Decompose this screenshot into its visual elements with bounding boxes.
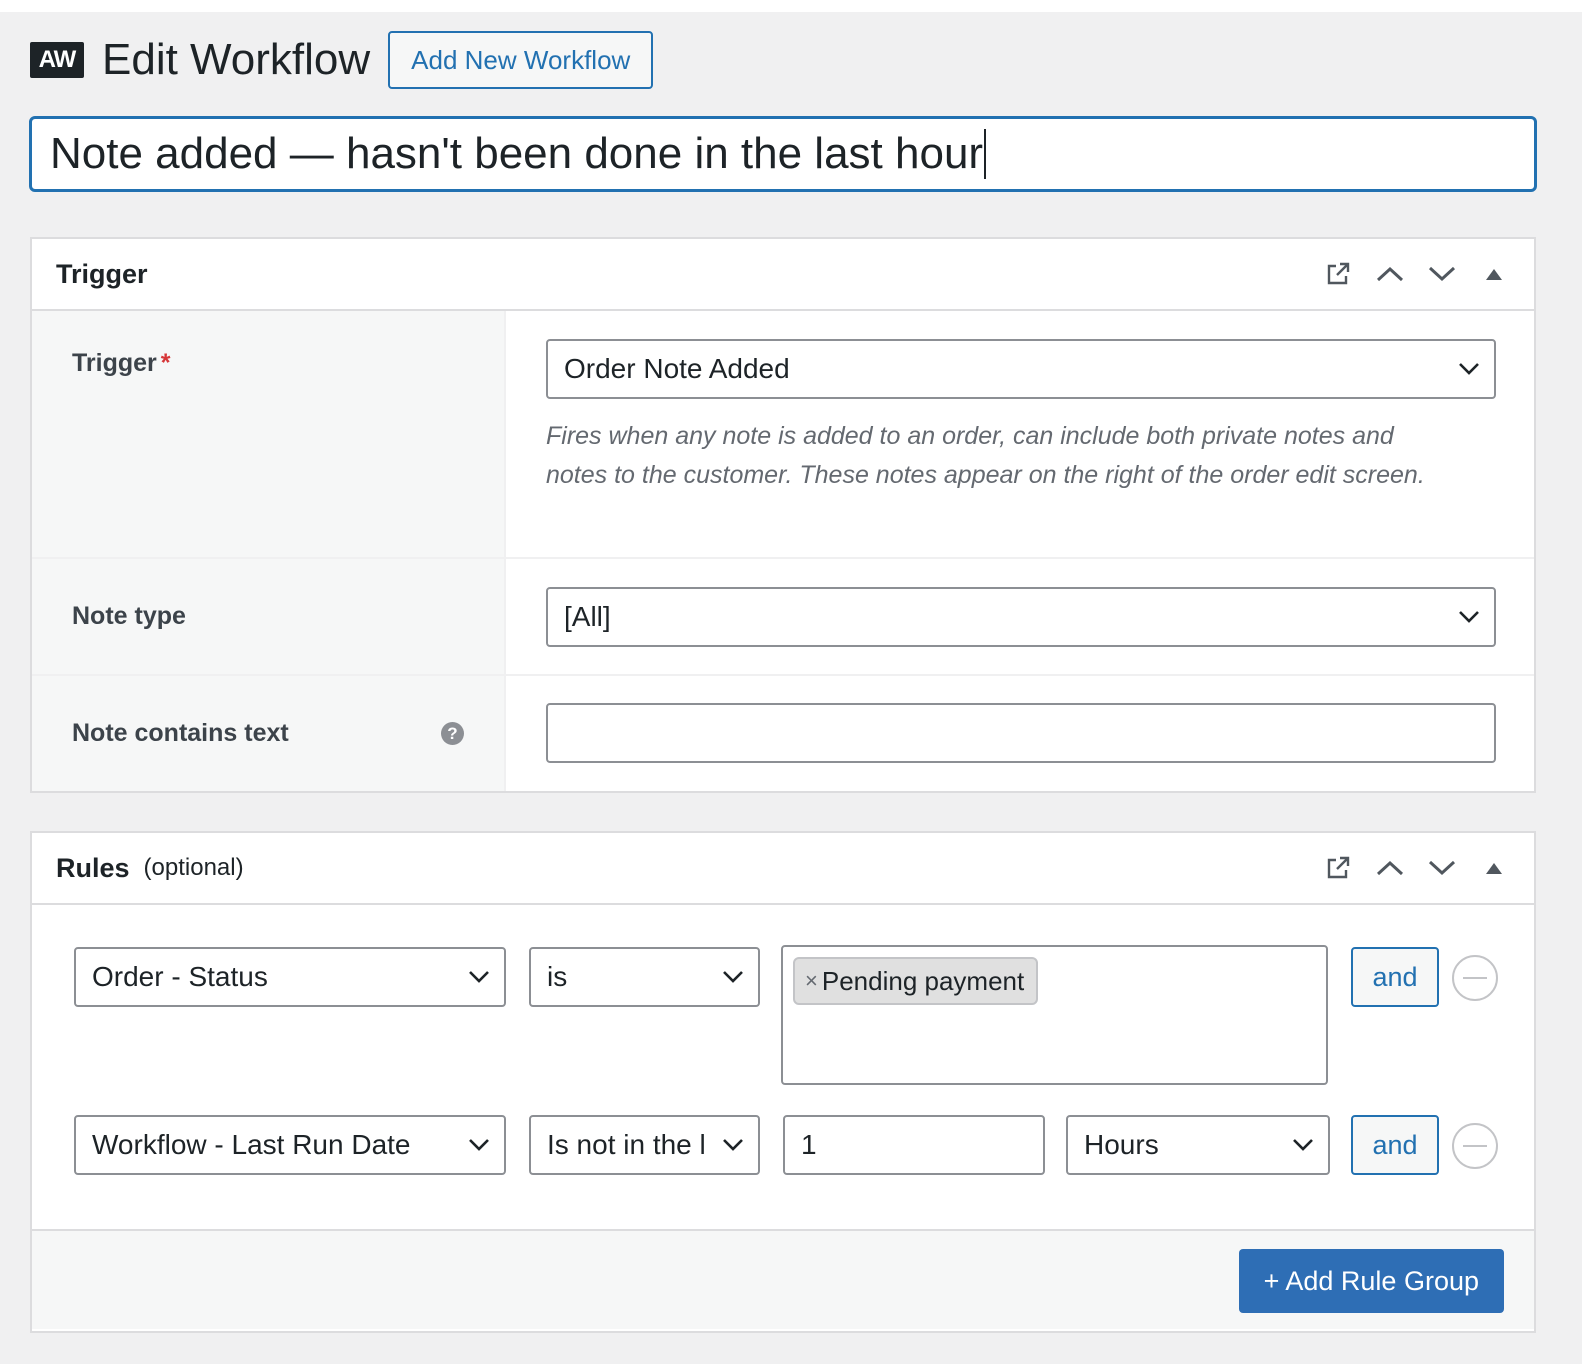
- chevron-down-icon: [718, 1138, 744, 1152]
- chevron-down-icon: [1458, 362, 1480, 376]
- note-contains-field-cell: [506, 676, 1534, 791]
- chevron-down-icon[interactable]: [1416, 842, 1468, 894]
- and-button[interactable]: and: [1351, 1115, 1439, 1175]
- trigger-select[interactable]: Order Note Added: [546, 339, 1496, 399]
- remove-rule-icon[interactable]: [1452, 955, 1498, 1001]
- chevron-down-icon: [1458, 610, 1480, 624]
- chevron-up-icon[interactable]: [1364, 248, 1416, 300]
- chevron-down-icon: [468, 970, 490, 984]
- help-icon[interactable]: ?: [441, 722, 464, 745]
- rules-body: Order - Status is × Pending payment and …: [32, 905, 1534, 1229]
- trigger-label-cell: Trigger *: [32, 311, 506, 557]
- rule-operator-value: is: [547, 961, 568, 992]
- rule-field-select[interactable]: Order - Status: [74, 947, 506, 1007]
- rule-field-value: Workflow - Last Run Date: [92, 1129, 411, 1160]
- remove-tag-icon[interactable]: ×: [805, 968, 818, 994]
- automatewoo-logo: AW: [30, 42, 84, 78]
- selected-tag: × Pending payment: [793, 957, 1039, 1005]
- collapse-triangle-icon[interactable]: [1468, 248, 1520, 300]
- note-contains-label: Note contains text: [72, 719, 289, 747]
- trigger-description: Fires when any note is added to an order…: [546, 422, 1425, 489]
- rules-box-subtitle: (optional): [143, 854, 244, 881]
- top-strip: [0, 0, 1582, 12]
- rule-unit-value: Hours: [1084, 1129, 1159, 1160]
- note-type-select-value: [All]: [564, 601, 611, 632]
- external-link-icon[interactable]: [1312, 248, 1364, 300]
- rule-operator-value: Is not in the l: [547, 1129, 706, 1160]
- external-link-icon[interactable]: [1312, 842, 1364, 894]
- rules-footer: + Add Rule Group: [32, 1229, 1534, 1329]
- chevron-down-icon: [1292, 1138, 1314, 1152]
- workflow-title-input[interactable]: Note added — hasn't been done in the las…: [29, 116, 1537, 192]
- rule-field-select[interactable]: Workflow - Last Run Date: [74, 1115, 506, 1175]
- chevron-down-icon[interactable]: [1416, 248, 1468, 300]
- note-type-field-cell: [All]: [506, 559, 1534, 674]
- text-caret: [984, 129, 987, 179]
- trigger-box-title: Trigger: [56, 258, 148, 289]
- trigger-field-cell: Order Note Added Fires when any note is …: [506, 311, 1534, 557]
- rule-operator-select[interactable]: is: [529, 947, 760, 1007]
- trigger-label: Trigger: [72, 349, 157, 377]
- add-new-workflow-button[interactable]: Add New Workflow: [388, 31, 654, 89]
- rule-value-input[interactable]: 1: [783, 1115, 1045, 1175]
- rule-field-value: Order - Status: [92, 961, 268, 992]
- workflow-title-text: Note added — hasn't been done in the las…: [50, 129, 984, 178]
- collapse-triangle-icon[interactable]: [1468, 842, 1520, 894]
- remove-rule-icon[interactable]: [1452, 1123, 1498, 1169]
- required-marker: *: [160, 349, 171, 377]
- and-button[interactable]: and: [1351, 947, 1439, 1007]
- trigger-row: Trigger * Order Note Added Fires when any…: [32, 311, 1534, 559]
- trigger-box-controls: [1312, 239, 1520, 309]
- note-type-label-cell: Note type: [32, 559, 506, 674]
- chevron-down-icon: [722, 970, 744, 984]
- note-type-row: Note type [All]: [32, 559, 1534, 676]
- tag-label: Pending payment: [821, 965, 1025, 996]
- chevron-up-icon[interactable]: [1364, 842, 1416, 894]
- rule-value-multiselect[interactable]: × Pending payment: [781, 945, 1328, 1085]
- page-title: Edit Workflow: [102, 35, 371, 84]
- note-contains-input[interactable]: [546, 703, 1496, 763]
- trigger-select-value: Order Note Added: [564, 353, 790, 384]
- note-type-label: Note type: [72, 602, 186, 630]
- rules-box-header: Rules (optional): [32, 833, 1534, 905]
- page-header: AW Edit Workflow Add New Workflow: [30, 30, 654, 90]
- trigger-box: Trigger Trigger * Order Note Added Fires…: [30, 237, 1536, 793]
- add-rule-group-button[interactable]: + Add Rule Group: [1238, 1249, 1504, 1313]
- rules-box-title: Rules: [56, 852, 130, 883]
- note-contains-label-cell: Note contains text ?: [32, 676, 506, 791]
- note-type-select[interactable]: [All]: [546, 587, 1496, 647]
- note-contains-row: Note contains text ?: [32, 676, 1534, 791]
- rules-box-controls: [1312, 833, 1520, 903]
- chevron-down-icon: [468, 1138, 490, 1152]
- rule-unit-select[interactable]: Hours: [1066, 1115, 1330, 1175]
- rule-operator-select[interactable]: Is not in the l: [529, 1115, 760, 1175]
- rules-box: Rules (optional) Order - Status is × Pen…: [30, 831, 1536, 1333]
- trigger-box-header: Trigger: [32, 239, 1534, 311]
